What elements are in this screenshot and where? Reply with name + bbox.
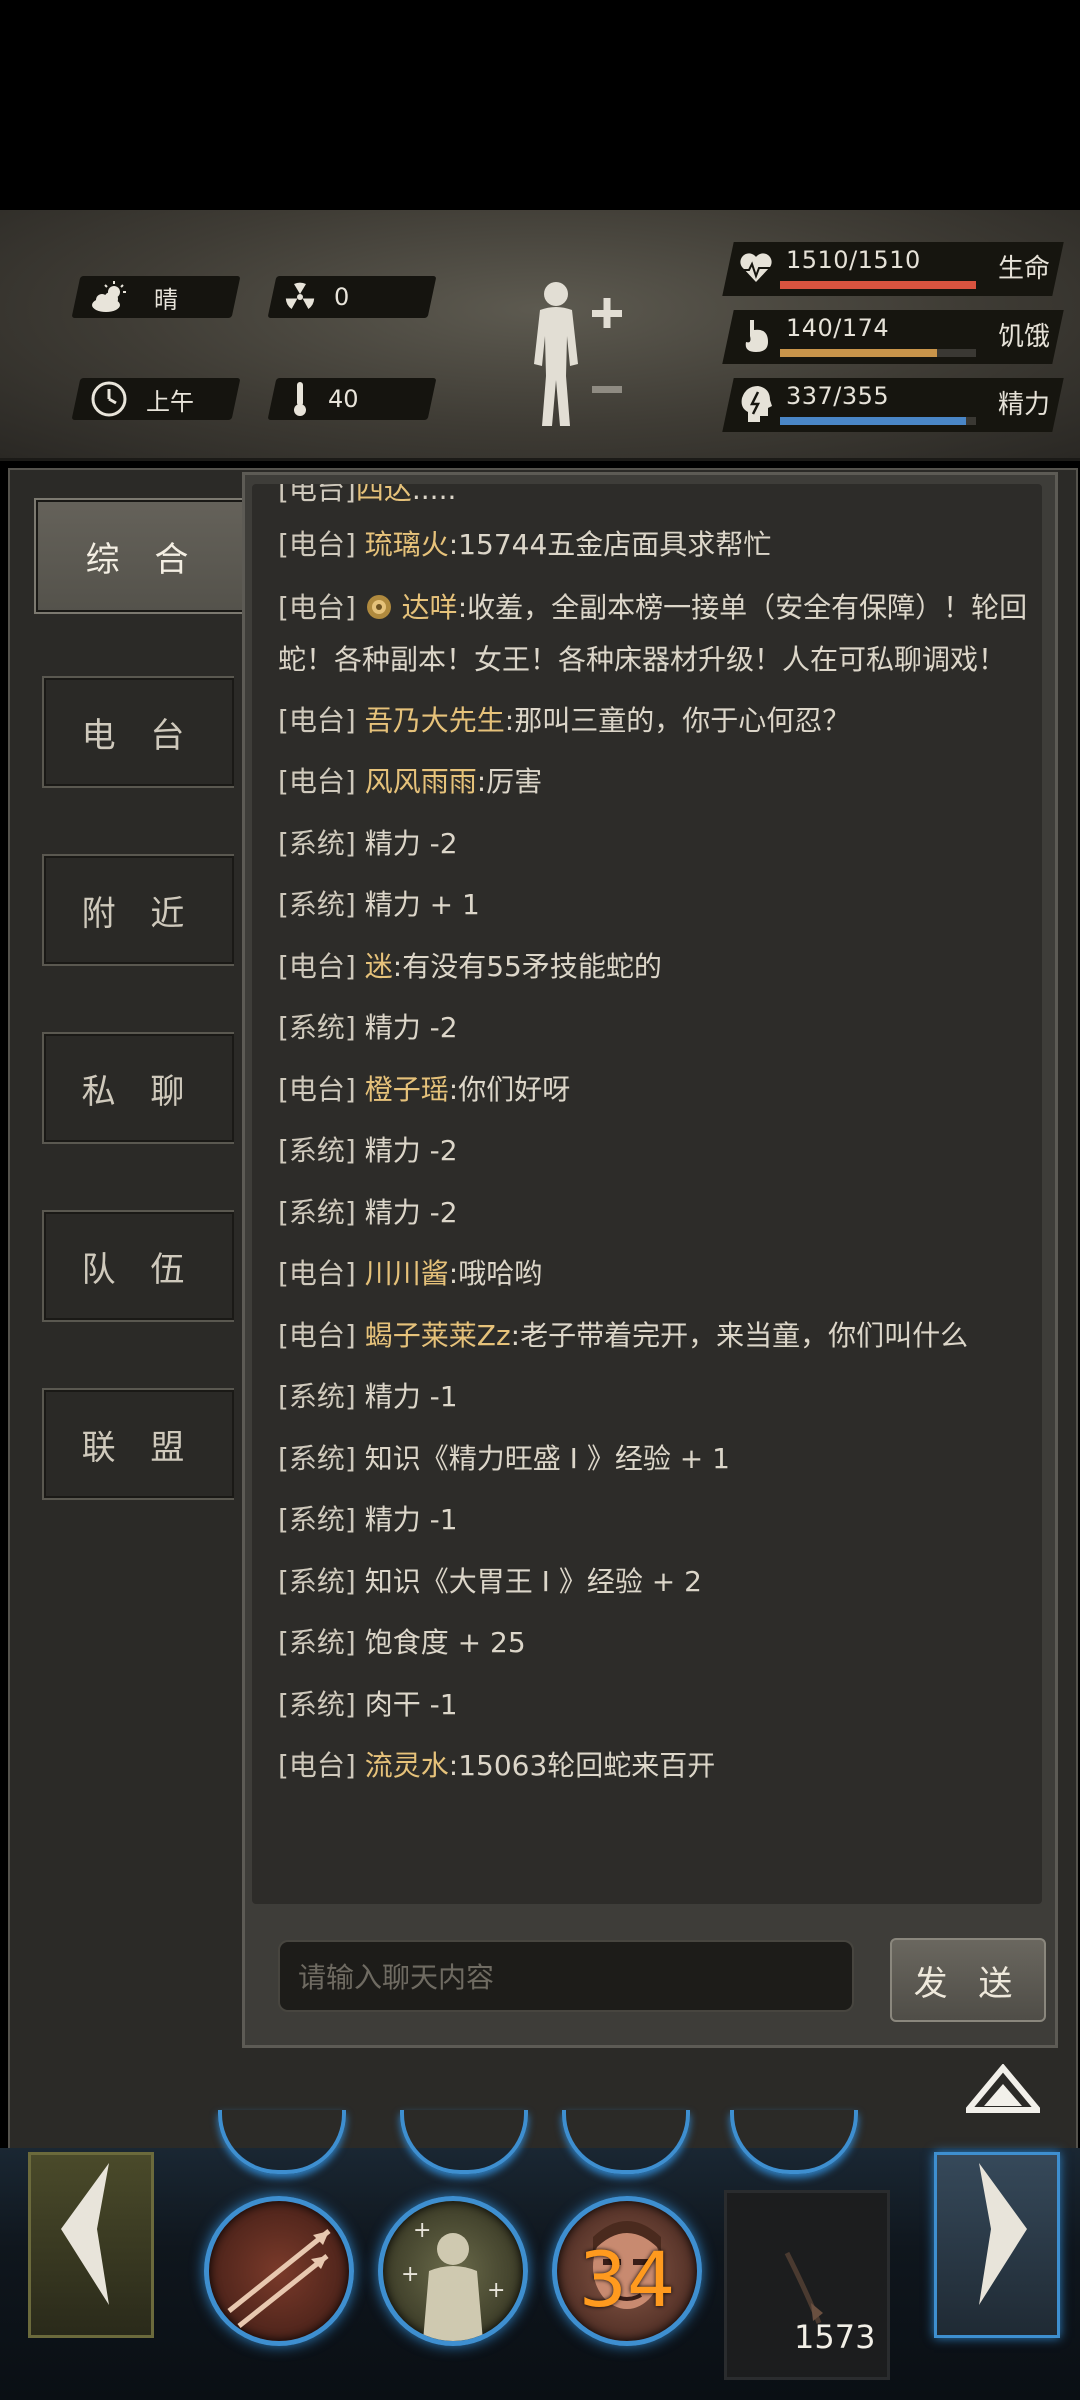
thermometer-icon (294, 382, 306, 416)
arrows-skill-icon (227, 2229, 331, 2328)
chat-message: [系统] 精力 -2 (278, 1195, 458, 1229)
skill-counter: 34 (578, 2235, 676, 2324)
radiation-icon (285, 282, 315, 309)
hp-label: 生命 (997, 254, 1050, 284)
chat-message: [电台] 流灵水:15063轮回蛇来百开 (278, 1749, 716, 1782)
chat-message: [电台] 风风雨雨:厉害 (278, 765, 543, 798)
svg-text:+: + (487, 2278, 505, 2303)
chat-message: [系统] 精力 -1 (278, 1503, 458, 1536)
chat-message: [系统] 肉干 -1 (278, 1687, 458, 1721)
heal-skill-button[interactable]: + + + (378, 2196, 528, 2346)
time-text: 上午 (146, 387, 194, 416)
temperature-indicator: 40 (290, 378, 359, 420)
status-panel: 晴 0 上午 40 1510/1510 生命 140/174 饥饿 337/35… (0, 210, 1080, 461)
body-status-icon[interactable] (520, 276, 630, 436)
chat-message: [系统] 精力 -2 (278, 826, 458, 860)
heart-icon (740, 253, 772, 282)
bottom-action-bar (0, 2148, 1080, 2400)
face-skill-button[interactable]: 34 (552, 2196, 702, 2346)
hp-text: 1510/1510 (786, 246, 921, 274)
left-arrow-icon (61, 2163, 109, 2305)
tab-team[interactable]: 队 伍 (42, 1210, 234, 1322)
chat-message: [系统] 精力 -1 (278, 1380, 458, 1413)
chat-input[interactable]: 请输入聊天内容 (278, 1940, 854, 2012)
hunger-label: 饥饿 (997, 322, 1050, 352)
energy-stat: 337/355 精力 (722, 378, 1064, 432)
chat-message: [系统] 知识《精力旺盛 I 》经验 + 1 (278, 1441, 730, 1475)
temperature-value: 40 (328, 385, 359, 413)
chat-message: [系统] 精力 -2 (278, 1134, 458, 1167)
hp-bar-fill (780, 281, 976, 289)
clock-icon (91, 381, 127, 417)
svg-text:+: + (413, 2218, 431, 2243)
hp-stat: 1510/1510 生命 (722, 242, 1064, 296)
chat-message: [电台] 橙子瑶:你们好呀 (278, 1072, 571, 1106)
weather-text: 晴 (154, 285, 178, 314)
radiation-indicator: 0 (284, 276, 349, 318)
next-page-button[interactable] (934, 2152, 1060, 2338)
chat-message: [系统] 精力 + 1 (278, 888, 480, 921)
sun-cloud-icon (92, 281, 126, 312)
time-indicator: 上午 (90, 378, 194, 420)
arrows-skill-button[interactable] (204, 2196, 354, 2346)
hunger-text: 140/174 (786, 314, 890, 342)
chat-message: [电台] 蝎子莱莱Zz:老子带着完开，来当童，你们叫什么 (278, 1318, 969, 1352)
energy-head-icon (741, 386, 772, 422)
chat-message: [电台] 川川酱:哦哈哟 (278, 1257, 543, 1290)
weather-indicator: 晴 (90, 276, 178, 318)
svg-text:+: + (401, 2262, 419, 2287)
vip-badge-icon (366, 594, 391, 619)
collapse-chevron-icon[interactable] (966, 2064, 1040, 2116)
chat-message: [系统] 精力 -2 (278, 1011, 458, 1044)
hunger-stat: 140/174 饥饿 (722, 310, 1064, 364)
tab-general[interactable]: 综 合 (34, 498, 250, 614)
hunger-bar (780, 349, 976, 357)
chat-message: [电台] 吾乃大先生:那叫三童的，你于心何忍？ (278, 703, 851, 737)
chat-message: [系统] 饱食度 + 25 (278, 1626, 526, 1659)
tab-alliance[interactable]: 联 盟 (42, 1388, 234, 1500)
energy-bar (780, 417, 976, 425)
send-button[interactable]: 发 送 (890, 1938, 1046, 2022)
right-arrow-icon (979, 2163, 1027, 2305)
radiation-value: 0 (334, 283, 350, 311)
item-count: 1573 (794, 2318, 876, 2356)
tab-nearby[interactable]: 附 近 (42, 854, 234, 966)
hp-bar (780, 281, 976, 289)
heal-skill-icon: + + + (401, 2218, 505, 2341)
chat-message-list[interactable]: [电台]四达..... [电台] 琉璃火:15744五金店面具求帮忙 [电台] … (252, 484, 1042, 1904)
chat-message: [电台] 琉璃火:15744五金店面具求帮忙 (278, 528, 772, 561)
energy-bar-fill (780, 417, 967, 425)
chat-message: [系统] 知识《大胃王 I 》经验 + 2 (278, 1564, 702, 1598)
prev-page-button[interactable] (28, 2152, 154, 2338)
tab-radio[interactable]: 电 台 (42, 676, 234, 788)
hunger-bar-fill (780, 349, 937, 357)
chat-message: [电台]四达..... (278, 484, 457, 506)
stomach-icon (745, 320, 768, 352)
tab-private[interactable]: 私 聊 (42, 1032, 234, 1144)
energy-text: 337/355 (786, 382, 890, 410)
chat-message: [电台] 达咩:收羞，全副本榜一接单（安全有保障）！轮回蛇！各种副本！女王！各种… (278, 590, 1028, 676)
chat-message: [电台] 迷:有没有55矛技能蛇的 (278, 949, 662, 983)
energy-label: 精力 (997, 390, 1050, 420)
